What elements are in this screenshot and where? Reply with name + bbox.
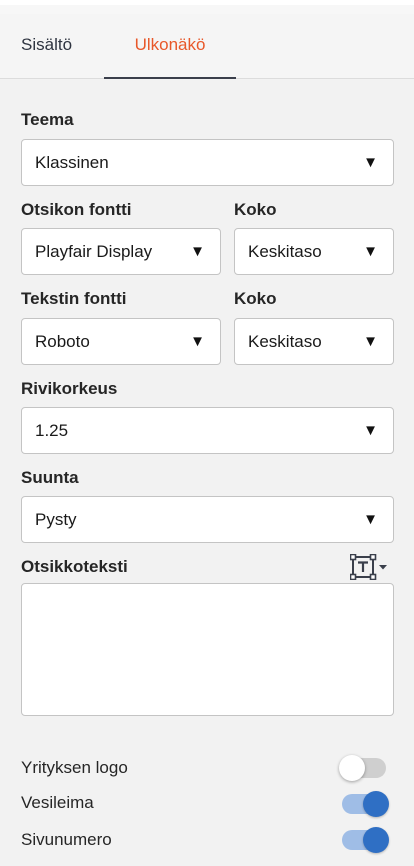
watermark-toggle[interactable] <box>342 791 389 817</box>
dropdown-caret-icon: ▼ <box>363 511 378 528</box>
theme-label: Teema <box>21 110 74 129</box>
company-logo-label: Yrityksen logo <box>21 758 128 777</box>
body-font-value: Roboto <box>35 332 90 351</box>
toggle-knob <box>363 827 389 853</box>
tab-appearance-label: Ulkonäkö <box>134 35 206 54</box>
heading-font-value: Playfair Display <box>35 242 153 261</box>
page-number-label: Sivunumero <box>21 830 112 849</box>
dropdown-caret-icon: ▼ <box>190 243 205 260</box>
line-height-select[interactable]: 1.25 ▼ <box>21 407 394 454</box>
watermark-label: Vesileima <box>21 793 94 812</box>
dropdown-caret-icon: ▼ <box>363 333 378 350</box>
heading-font-select[interactable]: Playfair Display ▼ <box>21 228 221 275</box>
body-size-value: Keskitaso <box>248 332 322 351</box>
heading-size-select[interactable]: Keskitaso ▼ <box>234 228 394 275</box>
orientation-value: Pysty <box>35 510 77 529</box>
company-logo-toggle[interactable] <box>339 755 386 781</box>
top-strip <box>0 0 414 14</box>
dropdown-caret-icon: ▼ <box>190 333 205 350</box>
heading-size-label: Koko <box>234 200 277 219</box>
page-number-toggle[interactable] <box>342 827 389 853</box>
orientation-select[interactable]: Pysty ▼ <box>21 496 394 543</box>
header-text-input[interactable] <box>21 583 394 716</box>
text-frame-icon <box>349 553 387 581</box>
tab-appearance[interactable]: Ulkonäkö <box>104 14 236 79</box>
body-font-label: Tekstin fontti <box>21 289 127 308</box>
header-text-label: Otsikkoteksti <box>21 557 128 576</box>
tab-content[interactable]: Sisältö <box>21 14 72 78</box>
settings-panel: Sisältö Ulkonäkö Teema Klassinen ▼ Otsik… <box>0 14 414 866</box>
active-tab-indicator <box>104 77 236 79</box>
text-format-menu-button[interactable] <box>349 553 390 581</box>
tab-bar: Sisältö Ulkonäkö <box>0 14 414 79</box>
toggle-knob <box>363 791 389 817</box>
body-size-label: Koko <box>234 289 277 308</box>
dropdown-caret-icon: ▼ <box>363 154 378 171</box>
line-height-value: 1.25 <box>35 421 69 440</box>
dropdown-caret-icon: ▼ <box>363 422 378 439</box>
theme-select[interactable]: Klassinen ▼ <box>21 139 394 186</box>
heading-size-value: Keskitaso <box>248 242 322 261</box>
dropdown-caret-icon: ▼ <box>363 243 378 260</box>
body-font-select[interactable]: Roboto ▼ <box>21 318 221 365</box>
theme-value: Klassinen <box>35 153 109 172</box>
orientation-label: Suunta <box>21 468 79 487</box>
heading-font-label: Otsikon fontti <box>21 200 132 219</box>
line-height-label: Rivikorkeus <box>21 379 118 398</box>
toggle-knob <box>339 755 365 781</box>
body-size-select[interactable]: Keskitaso ▼ <box>234 318 394 365</box>
